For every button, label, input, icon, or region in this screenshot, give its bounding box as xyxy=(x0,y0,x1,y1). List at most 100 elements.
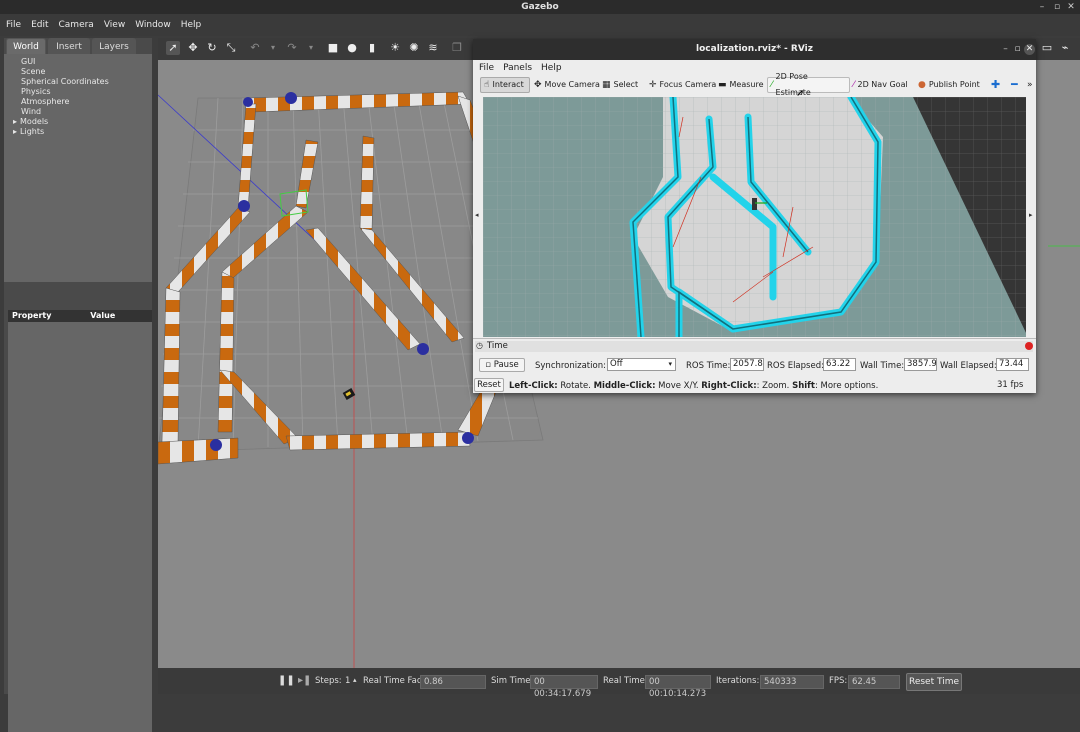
tool-move-camera[interactable]: ✥ Move Camera xyxy=(531,77,604,93)
reset-time-button[interactable]: Reset Time xyxy=(906,673,962,691)
rviz-window-title: localization.rviz* - RViz xyxy=(696,44,813,54)
pause-icon-small: ▫ xyxy=(485,360,492,370)
left-dock-arrow-icon[interactable]: ◂ xyxy=(475,211,479,219)
sync-label: Synchronization: xyxy=(535,361,606,371)
menu-camera[interactable]: Camera xyxy=(59,20,94,30)
menu-view[interactable]: View xyxy=(104,20,125,30)
wall-time-field[interactable]: 3857.93 xyxy=(904,358,937,371)
hint-left-key: Left-Click: xyxy=(509,381,558,391)
select-mode-icon[interactable]: ➚ xyxy=(166,41,180,55)
wall-elapsed-field[interactable]: 73.44 xyxy=(996,358,1029,371)
tool-2d-nav-goal[interactable]: ⁄ 2D Nav Goal xyxy=(850,77,912,93)
rviz-maximize-button[interactable]: ▫ xyxy=(1012,44,1023,55)
tool-2d-pose-estimate[interactable]: ⁄ 2D Pose Estimate xyxy=(767,72,850,97)
hand-icon: ☝ xyxy=(484,80,490,90)
tool-interact-label: Interact xyxy=(492,80,524,89)
tree-item-atmosphere[interactable]: Atmosphere xyxy=(4,97,152,107)
tab-insert[interactable]: Insert xyxy=(48,38,90,54)
rotate-mode-icon[interactable]: ↻ xyxy=(205,41,219,55)
pose-arrow-icon: ⁄ xyxy=(771,80,773,90)
rviz-close-button[interactable]: ✕ xyxy=(1024,44,1035,55)
ruler-icon: ▬ xyxy=(718,80,727,90)
tool-focus-camera-label: Focus Camera xyxy=(659,80,717,89)
sphere-shape-icon[interactable]: ● xyxy=(345,41,359,55)
point-light-icon[interactable]: ☀ xyxy=(388,41,402,55)
reset-button[interactable]: Reset xyxy=(474,378,504,392)
panel-close-icon[interactable] xyxy=(1025,342,1033,350)
ros-time-field[interactable]: 2057.81 xyxy=(730,358,764,371)
step-icon[interactable]: ▸❚ xyxy=(298,675,311,686)
mouse-hints: Left-Click: Rotate. Middle-Click: Move X… xyxy=(509,381,878,391)
undo-icon[interactable]: ↶ xyxy=(248,41,262,55)
world-tree: GUI Scene Spherical Coordinates Physics … xyxy=(4,54,152,282)
sim-time-value: 00 00:34:17.679 xyxy=(530,675,598,699)
ros-elapsed-label: ROS Elapsed: xyxy=(767,361,824,371)
tree-item-lights[interactable]: Lights xyxy=(4,127,152,137)
menu-edit[interactable]: Edit xyxy=(31,20,48,30)
tree-item-models[interactable]: Models xyxy=(4,117,152,127)
tool-select[interactable]: ▦ Select xyxy=(599,77,642,93)
redo-icon[interactable]: ↷ xyxy=(285,41,299,55)
mouse-cursor-icon: ➚ xyxy=(796,88,805,99)
tree-item-physics[interactable]: Physics xyxy=(4,87,152,97)
hint-middle-text: Move X/Y. xyxy=(655,381,702,391)
steps-value[interactable]: 1 xyxy=(345,676,350,686)
time-panel-header: Time xyxy=(475,341,1033,352)
select-icon: ▦ xyxy=(602,80,611,90)
copy-icon[interactable]: ❐ xyxy=(450,41,464,55)
menu-help[interactable]: Help xyxy=(181,20,202,30)
steps-spinner-icon[interactable]: ▴ xyxy=(353,676,357,684)
box-shape-icon[interactable]: ■ xyxy=(326,41,340,55)
pause-button[interactable]: ▫ Pause xyxy=(479,358,525,372)
directional-light-icon[interactable]: ≋ xyxy=(426,41,440,55)
scale-mode-icon[interactable]: ⤡ xyxy=(224,41,238,55)
spot-light-icon[interactable]: ✺ xyxy=(407,41,421,55)
rviz-menu-help[interactable]: Help xyxy=(541,63,562,73)
translate-mode-icon[interactable]: ✥ xyxy=(186,41,200,55)
close-button[interactable]: ✕ xyxy=(1066,2,1076,12)
property-header: Property xyxy=(12,311,52,320)
sync-select[interactable]: Off ▾ xyxy=(607,358,676,371)
rviz-menu-file[interactable]: File xyxy=(479,63,494,73)
hint-shift-key: Shift xyxy=(792,381,815,391)
move-icon: ✥ xyxy=(534,80,542,90)
fps-readout: 31 fps xyxy=(997,380,1024,390)
remove-tool-icon[interactable]: ━ xyxy=(1008,77,1022,93)
menu-file[interactable]: File xyxy=(6,20,21,30)
tree-item-scene[interactable]: Scene xyxy=(4,67,152,77)
fps-label: FPS: xyxy=(829,676,848,686)
maximize-button[interactable]: ▫ xyxy=(1052,2,1062,12)
tab-layers[interactable]: Layers xyxy=(92,38,136,54)
gazebo-menubar: File Edit Camera View Window Help xyxy=(0,14,1080,36)
real-time-value: 00 00:10:14.273 xyxy=(645,675,711,699)
tool-focus-camera[interactable]: ✛ Focus Camera xyxy=(646,77,720,93)
tree-item-spherical-coordinates[interactable]: Spherical Coordinates xyxy=(4,77,152,87)
tree-item-wind[interactable]: Wind xyxy=(4,107,152,117)
plot-icon[interactable]: ⌁ xyxy=(1058,41,1072,55)
cylinder-shape-icon[interactable]: ▮ xyxy=(365,41,379,55)
undo-dropdown-icon[interactable]: ▾ xyxy=(266,41,280,55)
tool-measure[interactable]: ▬ Measure xyxy=(715,77,768,93)
pause-icon[interactable]: ❚❚ xyxy=(278,675,295,686)
add-tool-icon[interactable]: ✚ xyxy=(988,77,1004,93)
tool-publish-point[interactable]: ● Publish Point xyxy=(915,77,984,93)
focus-icon: ✛ xyxy=(649,80,657,90)
tab-world[interactable]: World xyxy=(6,38,46,54)
rviz-menu-panels[interactable]: Panels xyxy=(503,63,532,73)
rviz-window: localization.rviz* - RViz – ▫ ✕ File Pan… xyxy=(473,39,1036,393)
tree-item-gui[interactable]: GUI xyxy=(4,57,152,67)
tool-interact[interactable]: ☝ Interact xyxy=(480,77,530,93)
screenshot-icon[interactable]: ▭ xyxy=(1040,41,1054,55)
redo-dropdown-icon[interactable]: ▾ xyxy=(304,41,318,55)
toolbar-more-icon[interactable]: » xyxy=(1024,77,1037,93)
property-table xyxy=(8,322,152,732)
ros-elapsed-field[interactable]: 63.22 xyxy=(823,358,856,371)
rviz-map-render xyxy=(483,97,1026,337)
rviz-minimize-button[interactable]: – xyxy=(1000,44,1011,55)
gazebo-title-bar: Gazebo xyxy=(0,0,1080,14)
minimize-button[interactable]: – xyxy=(1037,2,1047,12)
menu-window[interactable]: Window xyxy=(135,20,171,30)
right-dock-arrow-icon[interactable]: ▸ xyxy=(1029,211,1033,219)
rviz-render-view[interactable] xyxy=(483,97,1026,337)
hint-middle-key: Middle-Click: xyxy=(593,381,656,391)
